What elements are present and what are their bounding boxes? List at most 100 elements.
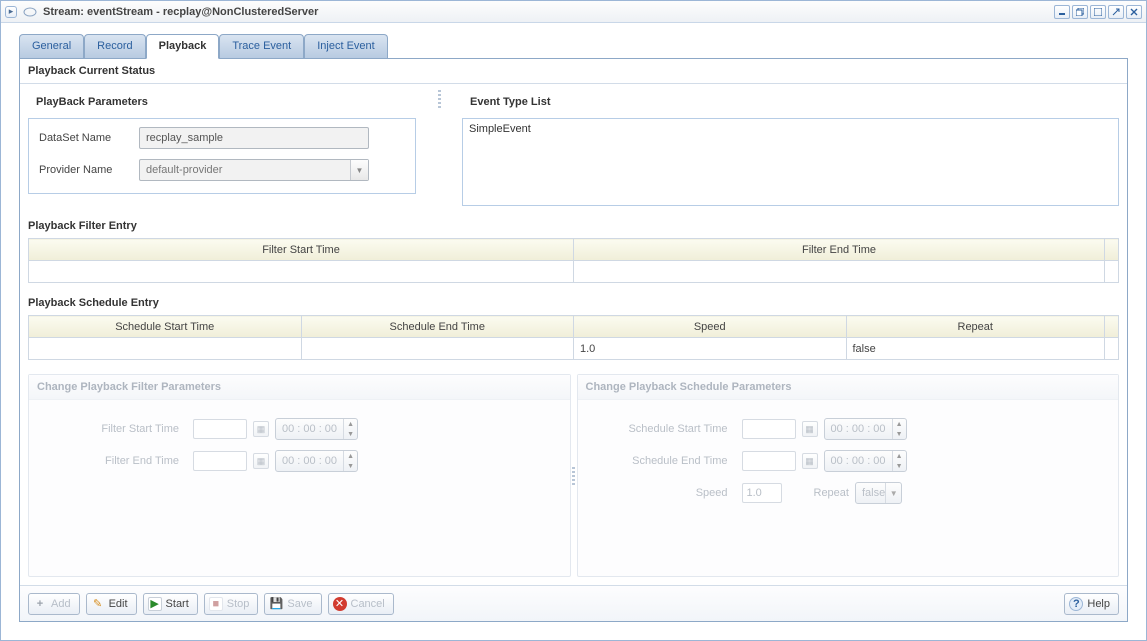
titlebar: ▸ Stream: eventStream - recplay@NonClust… — [1, 1, 1146, 23]
calendar-icon[interactable]: ▦ — [802, 453, 818, 469]
params-title: PlayBack Parameters — [28, 90, 416, 114]
time-value: 00 : 00 : 00 — [825, 423, 892, 435]
cancel-button[interactable]: ✕ Cancel — [328, 593, 394, 615]
sched-col-speed[interactable]: Speed — [574, 316, 847, 338]
collapse-toggle[interactable]: ▸ — [5, 6, 17, 18]
filter-end-time-spinner[interactable]: 00 : 00 : 00 ▲▼ — [275, 450, 358, 472]
tab-inject-event[interactable]: Inject Event — [304, 34, 387, 59]
dataset-name-value: recplay_sample — [146, 132, 223, 144]
spinner-up-icon[interactable]: ▲ — [893, 451, 906, 461]
table-row[interactable]: 1.0 false — [29, 338, 1119, 360]
event-type-item[interactable]: SimpleEvent — [469, 123, 1112, 135]
chevron-down-icon: ▼ — [350, 160, 368, 180]
filter-end-label: Filter End Time — [47, 455, 187, 467]
events-title: Event Type List — [462, 90, 1119, 114]
filter-start-date-input[interactable] — [193, 419, 247, 439]
tab-record[interactable]: Record — [84, 34, 145, 59]
spinner-down-icon[interactable]: ▼ — [893, 429, 906, 439]
close-button[interactable] — [1126, 5, 1142, 19]
filter-col-end[interactable]: Filter End Time — [574, 239, 1105, 261]
table-row[interactable] — [29, 261, 1119, 283]
button-label: Add — [51, 598, 71, 610]
tab-playback[interactable]: Playback — [146, 34, 220, 59]
detach-button[interactable] — [1108, 5, 1124, 19]
provider-name-value: default-provider — [146, 164, 222, 176]
add-button[interactable]: + Add — [28, 593, 80, 615]
pencil-icon: ✎ — [91, 597, 105, 611]
sched-start-date-input[interactable] — [742, 419, 796, 439]
spinner-up-icon[interactable]: ▲ — [893, 419, 906, 429]
sched-end-cell — [301, 338, 574, 360]
spinner-down-icon[interactable]: ▼ — [893, 461, 906, 471]
sched-end-label: Schedule End Time — [596, 455, 736, 467]
change-schedule-title: Change Playback Schedule Parameters — [578, 375, 1119, 400]
spinner-down-icon[interactable]: ▼ — [344, 461, 357, 471]
button-label: Save — [287, 598, 312, 610]
filter-entry-title: Playback Filter Entry — [28, 216, 1119, 238]
filter-start-time-spinner[interactable]: 00 : 00 : 00 ▲▼ — [275, 418, 358, 440]
button-label: Stop — [227, 598, 250, 610]
sched-repeat-cell: false — [846, 338, 1105, 360]
sched-col-start[interactable]: Schedule Start Time — [29, 316, 302, 338]
minimize-button[interactable] — [1054, 5, 1070, 19]
event-type-list[interactable]: SimpleEvent — [463, 119, 1118, 205]
change-filter-title: Change Playback Filter Parameters — [29, 375, 570, 400]
help-icon: ? — [1069, 597, 1083, 611]
toolbar: + Add ✎ Edit ▶ Start ■ Stop 💾 Save — [20, 585, 1127, 621]
provider-name-label: Provider Name — [39, 164, 139, 176]
provider-name-select[interactable]: default-provider ▼ — [139, 159, 369, 181]
calendar-icon[interactable]: ▦ — [253, 453, 269, 469]
speed-label: Speed — [596, 487, 736, 499]
vertical-splitter[interactable] — [571, 374, 577, 577]
plus-icon: + — [33, 597, 47, 611]
repeat-select[interactable]: false ▼ — [855, 482, 902, 504]
sched-speed-cell: 1.0 — [574, 338, 847, 360]
sched-col-end[interactable]: Schedule End Time — [301, 316, 574, 338]
repeat-label: Repeat — [814, 487, 849, 499]
filter-end-cell — [574, 261, 1105, 283]
speed-input[interactable]: 1.0 — [742, 483, 782, 503]
status-title: Playback Current Status — [20, 59, 1127, 84]
sched-end-date-input[interactable] — [742, 451, 796, 471]
sched-start-label: Schedule Start Time — [596, 423, 736, 435]
dataset-name-label: DataSet Name — [39, 132, 139, 144]
spinner-down-icon[interactable]: ▼ — [344, 429, 357, 439]
tab-trace-event[interactable]: Trace Event — [219, 34, 304, 59]
filter-start-label: Filter Start Time — [47, 423, 187, 435]
chevron-down-icon: ▼ — [885, 483, 901, 503]
start-button[interactable]: ▶ Start — [143, 593, 198, 615]
help-button[interactable]: ? Help — [1064, 593, 1119, 615]
vertical-splitter[interactable] — [436, 90, 442, 108]
edit-button[interactable]: ✎ Edit — [86, 593, 137, 615]
tab-general[interactable]: General — [19, 34, 84, 59]
button-label: Edit — [109, 598, 128, 610]
sched-end-time-spinner[interactable]: 00 : 00 : 00 ▲▼ — [824, 450, 907, 472]
schedule-entry-title: Playback Schedule Entry — [28, 293, 1119, 315]
filter-start-cell — [29, 261, 574, 283]
stop-button[interactable]: ■ Stop — [204, 593, 259, 615]
sched-start-cell — [29, 338, 302, 360]
time-value: 00 : 00 : 00 — [276, 455, 343, 467]
filter-col-start[interactable]: Filter Start Time — [29, 239, 574, 261]
calendar-icon[interactable]: ▦ — [802, 421, 818, 437]
button-label: Help — [1087, 598, 1110, 610]
filter-end-date-input[interactable] — [193, 451, 247, 471]
spinner-up-icon[interactable]: ▲ — [344, 419, 357, 429]
stream-icon — [23, 7, 37, 17]
calendar-icon[interactable]: ▦ — [253, 421, 269, 437]
stop-icon: ■ — [209, 597, 223, 611]
maximize-button[interactable] — [1090, 5, 1106, 19]
dataset-name-input[interactable]: recplay_sample — [139, 127, 369, 149]
spinner-up-icon[interactable]: ▲ — [344, 451, 357, 461]
restore-button[interactable] — [1072, 5, 1088, 19]
sched-start-time-spinner[interactable]: 00 : 00 : 00 ▲▼ — [824, 418, 907, 440]
schedule-entry-table: Schedule Start Time Schedule End Time Sp… — [28, 315, 1119, 360]
window-title: Stream: eventStream - recplay@NonCluster… — [43, 6, 1048, 18]
save-button[interactable]: 💾 Save — [264, 593, 321, 615]
time-value: 00 : 00 : 00 — [276, 423, 343, 435]
button-label: Cancel — [351, 598, 385, 610]
sched-col-repeat[interactable]: Repeat — [846, 316, 1105, 338]
play-icon: ▶ — [148, 597, 162, 611]
speed-value: 1.0 — [747, 487, 762, 499]
tab-bar: General Record Playback Trace Event Inje… — [1, 23, 1146, 58]
